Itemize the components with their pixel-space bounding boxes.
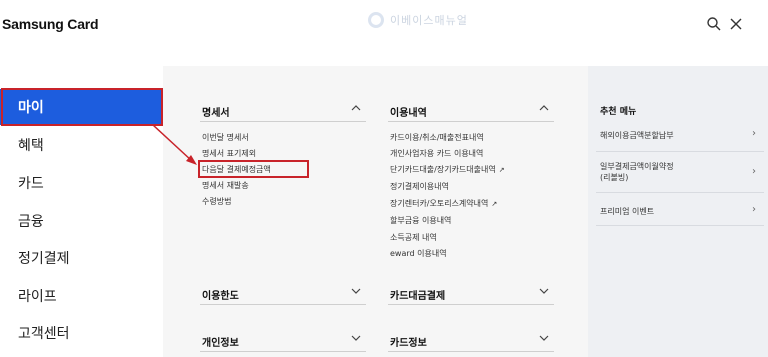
link-installment-finance[interactable]: 할부금융 이용내역 <box>390 215 451 226</box>
chevron-up-icon[interactable] <box>350 102 362 114</box>
nav-item-benefits[interactable]: 혜택 <box>0 127 163 163</box>
recommended-item-line: 일부결제금액이월약정 <box>600 162 674 171</box>
link-next-month-payment[interactable]: 다음달 결제예정금액 <box>202 164 271 175</box>
link-statement-exclusion[interactable]: 명세서 표기제외 <box>202 148 256 159</box>
chevron-down-icon[interactable] <box>350 285 362 297</box>
chevron-down-icon[interactable] <box>538 285 550 297</box>
nav-item-my[interactable]: 마이 <box>0 89 163 125</box>
link-card-loan-history[interactable]: 단기카드대출/장기카드대출내역 ↗ <box>390 164 505 175</box>
link-statement-resend[interactable]: 명세서 재발송 <box>202 180 249 191</box>
link-income-deduction[interactable]: 소득공제 내역 <box>390 232 437 243</box>
section-title-limit[interactable]: 이용한도 <box>202 287 239 302</box>
section-title-card-info[interactable]: 카드정보 <box>390 334 427 349</box>
recommended-item-premium-event[interactable]: 프리미엄 이벤트 <box>600 206 752 217</box>
search-icon[interactable] <box>706 16 722 32</box>
link-rental-lease-contract[interactable]: 장기렌터카/오토리스계약내역 ↗ <box>390 198 497 209</box>
nav-item-customer-center[interactable]: 고객센터 <box>0 315 163 351</box>
external-link-icon: ↗ <box>491 200 498 208</box>
divider <box>596 151 764 152</box>
link-receiving-method[interactable]: 수령방법 <box>202 196 231 207</box>
header: Samsung Card 이베이스매뉴얼 <box>0 0 768 52</box>
link-this-month-statement[interactable]: 이번달 명세서 <box>202 132 249 143</box>
recommended-item-overseas-installment[interactable]: 해외이용금액분할납부 <box>600 130 752 141</box>
nav-item-life[interactable]: 라이프 <box>0 278 163 314</box>
divider <box>596 225 764 226</box>
link-business-card-usage[interactable]: 개인사업자용 카드 이용내역 <box>390 148 483 159</box>
chevron-right-icon[interactable]: › <box>752 128 756 139</box>
nav-item-finance[interactable]: 금융 <box>0 203 163 239</box>
chevron-up-icon[interactable] <box>538 102 550 114</box>
section-title-card-payment[interactable]: 카드대금결제 <box>390 287 445 302</box>
close-icon[interactable] <box>728 16 744 32</box>
section-title-statement[interactable]: 명세서 <box>202 104 230 119</box>
recommended-title: 추천 메뉴 <box>600 107 637 117</box>
external-link-icon: ↗ <box>498 166 505 174</box>
divider <box>200 304 366 305</box>
divider <box>388 121 554 122</box>
recommended-item-revolving[interactable]: 일부결제금액이월약정 (리볼빙) <box>600 161 752 183</box>
link-eward-usage[interactable]: eward 이용내역 <box>390 248 447 259</box>
watermark: 이베이스매뉴얼 <box>368 12 468 28</box>
divider <box>200 351 366 352</box>
divider <box>596 192 764 193</box>
chevron-right-icon[interactable]: › <box>752 204 756 215</box>
divider <box>388 304 554 305</box>
recommended-item-line: (리볼빙) <box>600 173 629 182</box>
link-label: 단기카드대출/장기카드대출내역 <box>390 165 496 174</box>
divider <box>200 121 366 122</box>
chevron-down-icon[interactable] <box>350 332 362 344</box>
section-title-usage[interactable]: 이용내역 <box>390 104 427 119</box>
section-title-personal-info[interactable]: 개인정보 <box>202 334 239 349</box>
link-label: 장기렌터카/오토리스계약내역 <box>390 199 489 208</box>
watermark-icon <box>368 12 384 28</box>
chevron-right-icon[interactable]: › <box>752 166 756 177</box>
watermark-text: 이베이스매뉴얼 <box>390 14 468 27</box>
chevron-down-icon[interactable] <box>538 332 550 344</box>
nav-item-recurring-payment[interactable]: 정기결제 <box>0 240 163 276</box>
link-usage-cancel-receipt[interactable]: 카드이용/취소/매출전표내역 <box>390 132 484 143</box>
link-recurring-usage[interactable]: 정기결제이용내역 <box>390 181 449 192</box>
samsung-card-logo[interactable]: Samsung Card <box>2 16 99 32</box>
divider <box>388 351 554 352</box>
nav-item-card[interactable]: 카드 <box>0 165 163 201</box>
